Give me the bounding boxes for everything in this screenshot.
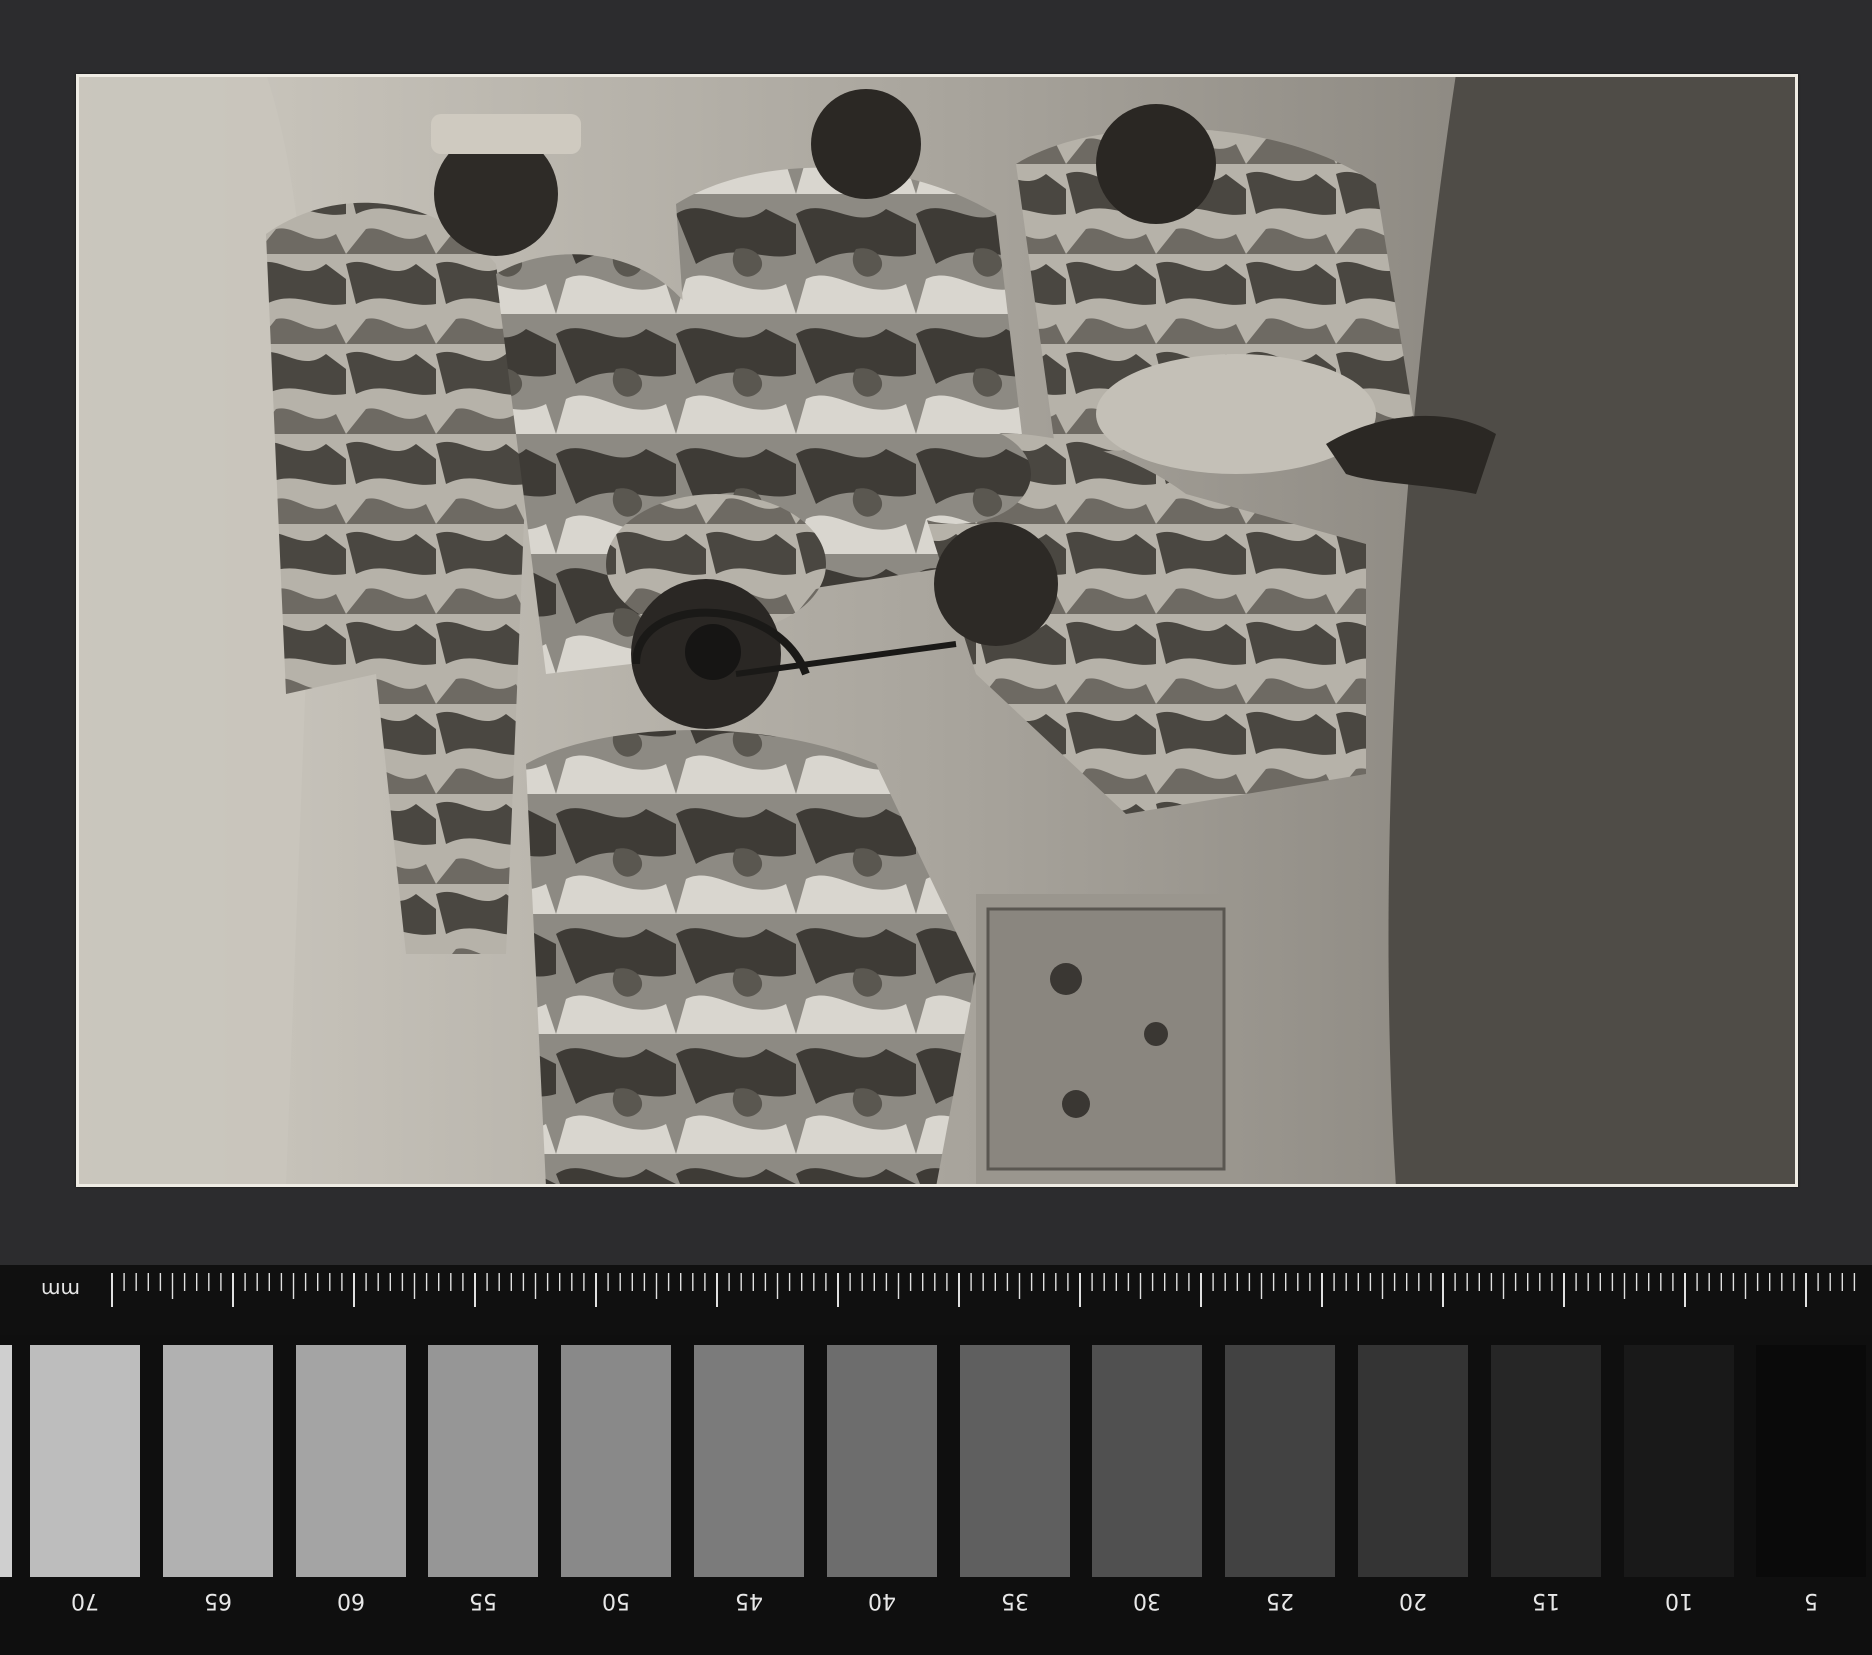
gray-scale-target: 70 65 60 55 50 45 40 35 30 25 20 15 10 5 [0,1335,1872,1655]
measurement-ruler: mm [0,1265,1872,1335]
gray-patch [1756,1345,1867,1577]
gray-patch [694,1345,804,1577]
gray-patch-number: 20 [1399,1588,1427,1613]
gray-patch-number: 70 [71,1588,99,1613]
gray-patch [1490,1345,1601,1577]
gray-patch-number: 35 [1000,1588,1029,1613]
gray-patch-number: 5 [1804,1588,1819,1613]
gray-patch [162,1345,273,1577]
ruler-unit-label: mm [41,1278,80,1302]
gray-patch-number: 10 [1664,1588,1693,1613]
gray-patch-number: 50 [602,1588,631,1613]
gray-patch-edge [0,1345,12,1577]
gray-patch [1092,1345,1203,1577]
gray-patch [1358,1345,1468,1577]
photo-scene [76,74,1798,1187]
gray-patch-number: 15 [1531,1588,1560,1613]
gray-patch [1225,1345,1336,1577]
gray-patch-number: 55 [469,1588,498,1613]
gray-patch [428,1345,539,1577]
gray-patch-number: 30 [1133,1588,1162,1613]
gray-patch [959,1345,1070,1577]
gray-patch [295,1345,406,1577]
gray-patch-number: 65 [203,1588,232,1613]
ruler-ticks [111,1273,1856,1307]
gray-patch-number: 40 [867,1588,896,1613]
gray-patch [30,1345,140,1577]
gray-patch [561,1345,672,1577]
mount-board [0,0,1872,1265]
gray-patch [826,1345,937,1577]
archival-photograph [76,74,1798,1187]
gray-patch [1623,1345,1734,1577]
gray-patch-number: 60 [336,1588,365,1613]
gray-patch-number: 25 [1266,1588,1295,1613]
gray-patch-number: 45 [735,1588,763,1613]
